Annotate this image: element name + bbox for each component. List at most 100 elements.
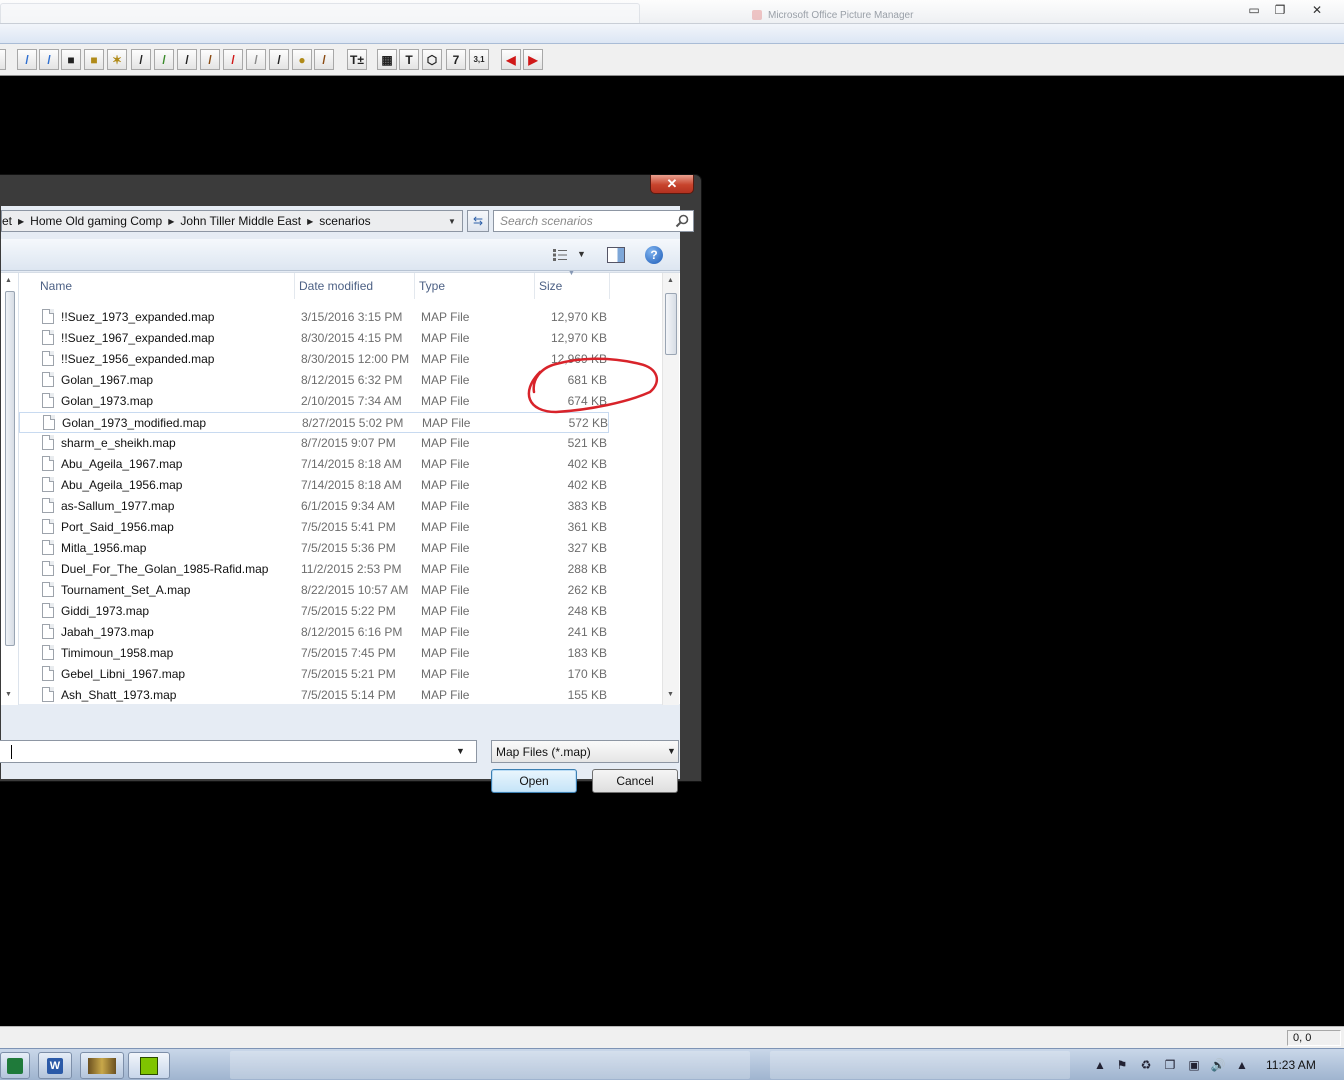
taskbar-word-button[interactable]: W bbox=[38, 1052, 72, 1079]
toolbar-button-railroad[interactable]: / bbox=[177, 49, 197, 70]
file-date-modified: 6/1/2015 9:34 AM bbox=[301, 499, 396, 513]
show-hidden-icons-icon[interactable]: ▲ bbox=[1092, 1058, 1108, 1072]
navigation-pane-scrollbar[interactable]: ▲ ▼ bbox=[1, 273, 19, 705]
breadcrumb-item[interactable]: Home Old gaming Comp bbox=[26, 214, 166, 228]
cancel-button[interactable]: Cancel bbox=[592, 769, 678, 793]
toolbar-button-bracket[interactable]: ) bbox=[0, 49, 6, 70]
taskbar-game-button[interactable] bbox=[80, 1052, 124, 1079]
file-list-scrollbar[interactable]: ▲ ▼ bbox=[662, 273, 679, 705]
taskbar-map-editor-button[interactable] bbox=[128, 1052, 170, 1079]
toolbar-button-tan-feature[interactable]: ● bbox=[292, 49, 312, 70]
refresh-button[interactable]: ⇆ bbox=[467, 210, 489, 232]
toolbar-button-brown-road[interactable]: / bbox=[314, 49, 334, 70]
breadcrumb-separator-icon[interactable]: ▶ bbox=[305, 217, 315, 226]
toolbar-button-text[interactable]: T bbox=[399, 49, 419, 70]
taskbar-excel-button[interactable] bbox=[0, 1052, 30, 1079]
dialog-close-button[interactable]: ✕ bbox=[650, 175, 694, 194]
file-row[interactable]: !!Suez_1973_expanded.map 3/15/2016 3:15 P… bbox=[19, 307, 609, 328]
scroll-up-icon[interactable]: ▲ bbox=[5, 277, 12, 284]
toolbar-button-orange-road[interactable]: / bbox=[200, 49, 220, 70]
file-row[interactable]: Tournament_Set_A.map 8/22/2015 10:57 AM MA… bbox=[19, 580, 609, 601]
view-dropdown-icon[interactable]: ▼ bbox=[577, 249, 586, 259]
taskbar-background-window[interactable] bbox=[770, 1051, 1070, 1079]
column-header-type[interactable]: Type bbox=[415, 273, 535, 299]
copy-icon[interactable]: ❐ bbox=[1162, 1058, 1178, 1072]
toolbar-button-red-left-arrow[interactable]: ◀ bbox=[501, 49, 521, 70]
address-history-dropdown-icon[interactable]: ▼ bbox=[445, 214, 459, 228]
network-icon[interactable]: ▣ bbox=[1186, 1058, 1202, 1072]
window-close-button[interactable]: ✕ bbox=[1305, 1, 1329, 19]
open-button[interactable]: Open bbox=[491, 769, 577, 793]
file-row[interactable]: Port_Said_1956.map 7/5/2015 5:41 PM MAP Fi… bbox=[19, 517, 609, 538]
volume-icon[interactable]: 🔊 bbox=[1210, 1058, 1226, 1072]
file-row[interactable]: Duel_For_The_Golan_1985-Rafid.map 11/2/20… bbox=[19, 559, 609, 580]
toolbar-button-yellow-marker[interactable]: ✶ bbox=[107, 49, 127, 70]
toolbar-button-red-right-arrow[interactable]: ▶ bbox=[523, 49, 543, 70]
action-center-flag-icon[interactable]: ⚑ bbox=[1114, 1058, 1130, 1072]
file-row[interactable]: Golan_1973.map 2/10/2015 7:34 AM MAP File 6… bbox=[19, 391, 609, 412]
scrollbar-thumb[interactable] bbox=[5, 291, 15, 646]
command-bar: ▼ ? bbox=[1, 239, 680, 271]
scroll-up-icon[interactable]: ▲ bbox=[667, 277, 674, 284]
file-row[interactable]: Gebel_Libni_1967.map 7/5/2015 5:21 PM MAP … bbox=[19, 664, 609, 685]
view-options-icon[interactable] bbox=[552, 248, 568, 262]
help-icon[interactable]: ? bbox=[645, 246, 663, 264]
breadcrumb-item[interactable]: scenarios bbox=[315, 214, 374, 228]
file-row[interactable]: Jabah_1973.map 8/12/2015 6:16 PM MAP File 2… bbox=[19, 622, 609, 643]
drive-icon[interactable]: ▲ bbox=[1234, 1058, 1250, 1072]
scroll-down-icon[interactable]: ▼ bbox=[5, 691, 12, 698]
file-row[interactable]: Golan_1967.map 8/12/2015 6:32 PM MAP File 6… bbox=[19, 370, 609, 391]
file-row[interactable]: sharm_e_sheikh.map 8/7/2015 9:07 PM MAP Fi… bbox=[19, 433, 609, 454]
taskbar-clock[interactable]: 11:23 AM bbox=[1266, 1058, 1316, 1072]
restore-button[interactable]: ❐ bbox=[1268, 1, 1292, 19]
breadcrumb-separator-icon[interactable]: ▶ bbox=[166, 217, 176, 226]
file-row[interactable]: Giddi_1973.map 7/5/2015 5:22 PM MAP File 24… bbox=[19, 601, 609, 622]
file-name-input[interactable] bbox=[0, 743, 435, 760]
file-row[interactable]: !!Suez_1967_expanded.map 8/30/2015 4:15 P… bbox=[19, 328, 609, 349]
minimize-button[interactable]: ▭ bbox=[1242, 1, 1266, 19]
breadcrumb-item[interactable]: et bbox=[2, 214, 16, 228]
file-row[interactable]: Golan_1973_modified.map 8/27/2015 5:02 PM… bbox=[19, 412, 609, 433]
file-row[interactable]: Abu_Ageila_1967.map 7/14/2015 8:18 AM MAP … bbox=[19, 454, 609, 475]
file-name-combo[interactable]: ▼ bbox=[0, 740, 477, 763]
toolbar-button-number[interactable]: 7 bbox=[446, 49, 466, 70]
toolbar-button-hex[interactable]: ⬡ bbox=[422, 49, 442, 70]
dark-road-icon: / bbox=[277, 52, 281, 67]
background-tab[interactable] bbox=[0, 3, 640, 23]
toolbar-button-fraction[interactable]: 3,1 bbox=[469, 49, 489, 70]
chevron-down-icon[interactable]: ▼ bbox=[456, 746, 465, 756]
breadcrumb[interactable]: et ▶ Home Old gaming Comp ▶ John Tiller Midd… bbox=[1, 210, 463, 232]
column-header-name[interactable]: Name bbox=[36, 273, 295, 299]
search-box[interactable] bbox=[493, 210, 694, 232]
file-type-select[interactable]: Map Files (*.map) ▼ bbox=[491, 740, 679, 763]
breadcrumb-item[interactable]: John Tiller Middle East bbox=[176, 214, 305, 228]
search-icon[interactable] bbox=[674, 213, 690, 229]
toolbar-button-green-pencil[interactable]: / bbox=[154, 49, 174, 70]
scrollbar-thumb[interactable] bbox=[665, 293, 677, 355]
file-row[interactable]: Abu_Ageila_1956.map 7/14/2015 8:18 AM MAP … bbox=[19, 475, 609, 496]
toolbar-button-map-edit[interactable]: ▦ bbox=[377, 49, 397, 70]
toolbar-button-yellow-unit[interactable]: ■ bbox=[84, 49, 104, 70]
file-icon bbox=[42, 372, 54, 387]
column-header-date[interactable]: Date modified bbox=[295, 273, 415, 299]
taskbar-background-window[interactable] bbox=[230, 1051, 750, 1079]
file-row[interactable]: Mitla_1956.map 7/5/2015 5:36 PM MAP File 32… bbox=[19, 538, 609, 559]
toolbar-button-burst[interactable]: / bbox=[131, 49, 151, 70]
toolbar-button-black-unit[interactable]: ■ bbox=[61, 49, 81, 70]
preview-pane-icon[interactable] bbox=[607, 247, 625, 263]
toolbar-button-text-plus[interactable]: T± bbox=[347, 49, 367, 70]
toolbar-button-red-road[interactable]: / bbox=[223, 49, 243, 70]
file-row[interactable]: !!Suez_1956_expanded.map 8/30/2015 12:00 … bbox=[19, 349, 609, 370]
toolbar-button-blue-unit[interactable]: / bbox=[17, 49, 37, 70]
breadcrumb-separator-icon[interactable]: ▶ bbox=[16, 217, 26, 226]
file-row[interactable]: Timimoun_1958.map 7/5/2015 7:45 PM MAP Fil… bbox=[19, 643, 609, 664]
file-name: !!Suez_1967_expanded.map bbox=[61, 331, 215, 345]
toolbar-button-blue-diagonal[interactable]: / bbox=[39, 49, 59, 70]
search-input[interactable] bbox=[500, 213, 670, 229]
file-row[interactable]: Ash_Shatt_1973.map 7/5/2015 5:14 PM MAP Fi… bbox=[19, 685, 609, 706]
recycle-icon[interactable]: ♻ bbox=[1138, 1058, 1154, 1072]
file-row[interactable]: as-Sallum_1977.map 6/1/2015 9:34 AM MAP Fi… bbox=[19, 496, 609, 517]
scroll-down-icon[interactable]: ▼ bbox=[667, 691, 674, 698]
toolbar-button-dark-road[interactable]: / bbox=[269, 49, 289, 70]
toolbar-button-gray-road[interactable]: / bbox=[246, 49, 266, 70]
